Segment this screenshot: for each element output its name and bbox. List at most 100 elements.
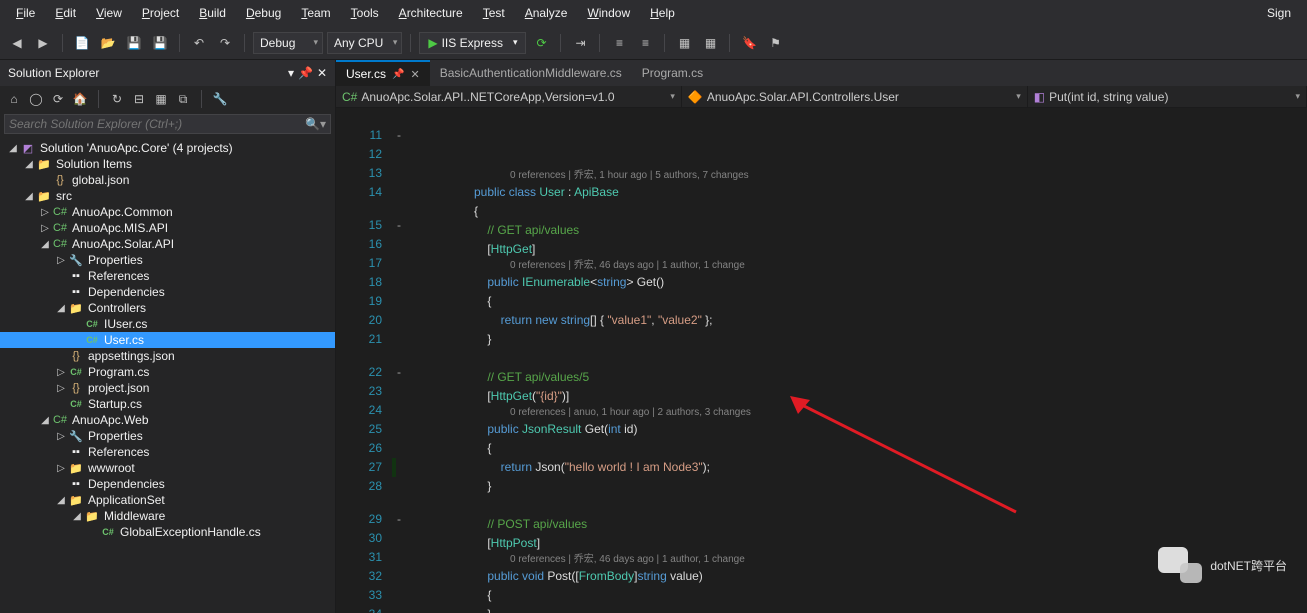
menu-debug[interactable]: Debug (238, 4, 289, 22)
tree-item[interactable]: ▪▪Dependencies (0, 284, 335, 300)
menu-test[interactable]: Test (475, 4, 513, 22)
code-line[interactable]: public JsonResult Get(int id) (414, 420, 1307, 439)
code-line[interactable]: } (414, 330, 1307, 349)
tree-item[interactable]: {}global.json (0, 172, 335, 188)
pin-icon[interactable]: 📌 (392, 69, 404, 80)
indent-icon[interactable]: ≡ (608, 32, 630, 54)
tree-item[interactable]: ◢📁Controllers (0, 300, 335, 316)
menu-architecture[interactable]: Architecture (391, 4, 471, 22)
tree-item[interactable]: ▪▪References (0, 444, 335, 460)
properties-icon[interactable]: 🔧 (212, 91, 228, 107)
save-icon[interactable]: 💾 (123, 32, 145, 54)
tree-item[interactable]: {}appsettings.json (0, 348, 335, 364)
code-line[interactable] (414, 349, 1307, 368)
undo-icon[interactable]: ↶ (188, 32, 210, 54)
tree-item[interactable]: ▷🔧Properties (0, 428, 335, 444)
showall-icon[interactable]: ▦ (153, 91, 169, 107)
code-line[interactable]: // GET api/values/5 (414, 368, 1307, 387)
code-line[interactable]: [HttpGet] (414, 240, 1307, 259)
platform-selector[interactable]: Any CPU (327, 32, 402, 54)
menu-project[interactable]: Project (134, 4, 187, 22)
close-icon[interactable]: ✕ (317, 66, 327, 80)
tree-item[interactable]: ▷🔧Properties (0, 252, 335, 268)
back-icon[interactable]: ◀ (6, 32, 28, 54)
step-icon[interactable]: ⇥ (569, 32, 591, 54)
home2-icon[interactable]: 🏠 (72, 91, 88, 107)
comment-icon[interactable]: ▦ (673, 32, 695, 54)
tree-item[interactable]: C#Startup.cs (0, 396, 335, 412)
menu-team[interactable]: Team (293, 4, 338, 22)
code-line[interactable]: { (414, 202, 1307, 221)
tree-item[interactable]: ◢C#AnuoApc.Web (0, 412, 335, 428)
new-project-icon[interactable]: 📄 (71, 32, 93, 54)
redo-icon[interactable]: ↷ (214, 32, 236, 54)
menu-analyze[interactable]: Analyze (517, 4, 576, 22)
save-all-icon[interactable]: 💾 (149, 32, 171, 54)
pin-icon[interactable]: 📌 (298, 66, 313, 80)
tree-item[interactable]: ▷C#AnuoApc.Common (0, 204, 335, 220)
flag-icon[interactable]: ⚑ (764, 32, 786, 54)
tree-item[interactable]: ◢📁src (0, 188, 335, 204)
outdent-icon[interactable]: ≡ (634, 32, 656, 54)
tab-user-cs[interactable]: User.cs📌✕ (336, 60, 430, 86)
codelens[interactable]: 0 references | 乔宏, 1 hour ago | 5 author… (414, 169, 1307, 183)
member-context[interactable]: ◧Put(int id, string value) (1028, 86, 1307, 107)
search-icon[interactable]: 🔍▾ (305, 117, 326, 131)
run-button[interactable]: ▶IIS Express▾ (419, 32, 526, 54)
copy-icon[interactable]: ⧉ (175, 91, 191, 107)
menu-window[interactable]: Window (579, 4, 638, 22)
config-selector[interactable]: Debug (253, 32, 323, 54)
tree-item[interactable]: ▪▪References (0, 268, 335, 284)
forward-icon[interactable]: ▶ (32, 32, 54, 54)
code-line[interactable]: [HttpPost] (414, 534, 1307, 553)
code-line[interactable]: [HttpGet("{id}")] (414, 387, 1307, 406)
menu-file[interactable]: File (8, 4, 43, 22)
signin-link[interactable]: Sign (1259, 4, 1299, 22)
close-tab-icon[interactable]: ✕ (410, 68, 419, 81)
menu-edit[interactable]: Edit (47, 4, 84, 22)
menu-view[interactable]: View (88, 4, 130, 22)
codelens[interactable]: 0 references | 乔宏, 46 days ago | 1 autho… (414, 259, 1307, 273)
open-icon[interactable]: 📂 (97, 32, 119, 54)
class-context[interactable]: 🔶AnuoApc.Solar.API.Controllers.User (682, 86, 1028, 107)
code-line[interactable]: } (414, 477, 1307, 496)
menu-help[interactable]: Help (642, 4, 683, 22)
tree-item[interactable]: ▷C#AnuoApc.MIS.API (0, 220, 335, 236)
tree-item[interactable]: ◢📁Middleware (0, 508, 335, 524)
menu-build[interactable]: Build (191, 4, 234, 22)
sync-icon[interactable]: ⟳ (50, 91, 66, 107)
tree-item[interactable]: ▪▪Dependencies (0, 476, 335, 492)
code-editor[interactable]: 1112131415161718192021222324252627282930… (336, 108, 1307, 613)
search-box[interactable]: 🔍▾ (4, 114, 331, 134)
code-line[interactable]: { (414, 292, 1307, 311)
codelens[interactable]: 0 references | anuo, 1 hour ago | 2 auth… (414, 406, 1307, 420)
tree-item[interactable]: C#GlobalExceptionHandle.cs (0, 524, 335, 540)
tree-item[interactable]: ◢📁Solution Items (0, 156, 335, 172)
code-line[interactable]: return Json("hello world ! I am Node3"); (414, 458, 1307, 477)
refresh2-icon[interactable]: ↻ (109, 91, 125, 107)
code-line[interactable]: } (414, 605, 1307, 613)
code-line[interactable]: { (414, 586, 1307, 605)
code-line[interactable]: // POST api/values (414, 515, 1307, 534)
code-line[interactable]: return new string[] { "value1", "value2"… (414, 311, 1307, 330)
uncomment-icon[interactable]: ▦ (699, 32, 721, 54)
code-line[interactable] (414, 496, 1307, 515)
tree-item[interactable]: ▷📁wwwroot (0, 460, 335, 476)
bookmark-icon[interactable]: 🔖 (738, 32, 760, 54)
tree-item[interactable]: C#User.cs (0, 332, 335, 348)
refresh-icon[interactable]: ⟳ (530, 32, 552, 54)
project-context[interactable]: C#AnuoApc.Solar.API..NETCoreApp,Version=… (336, 86, 682, 107)
home-icon[interactable]: ⌂ (6, 91, 22, 107)
collapse-icon[interactable]: ⊟ (131, 91, 147, 107)
dropdown-icon[interactable]: ▾ (288, 66, 294, 80)
code-line[interactable]: public void Post([FromBody]string value) (414, 567, 1307, 586)
code-line[interactable]: // GET api/values (414, 221, 1307, 240)
code-line[interactable]: public class User : ApiBase (414, 183, 1307, 202)
tab-program-cs[interactable]: Program.cs (632, 60, 713, 86)
tree-item[interactable]: ▷C#Program.cs (0, 364, 335, 380)
solution-tree[interactable]: ◢◩Solution 'AnuoApc.Core' (4 projects)◢📁… (0, 138, 335, 613)
tree-item[interactable]: ▷{}project.json (0, 380, 335, 396)
tree-item[interactable]: ◢C#AnuoApc.Solar.API (0, 236, 335, 252)
tab-basicauthenticationmiddleware-cs[interactable]: BasicAuthenticationMiddleware.cs (430, 60, 632, 86)
tree-item[interactable]: C#IUser.cs (0, 316, 335, 332)
